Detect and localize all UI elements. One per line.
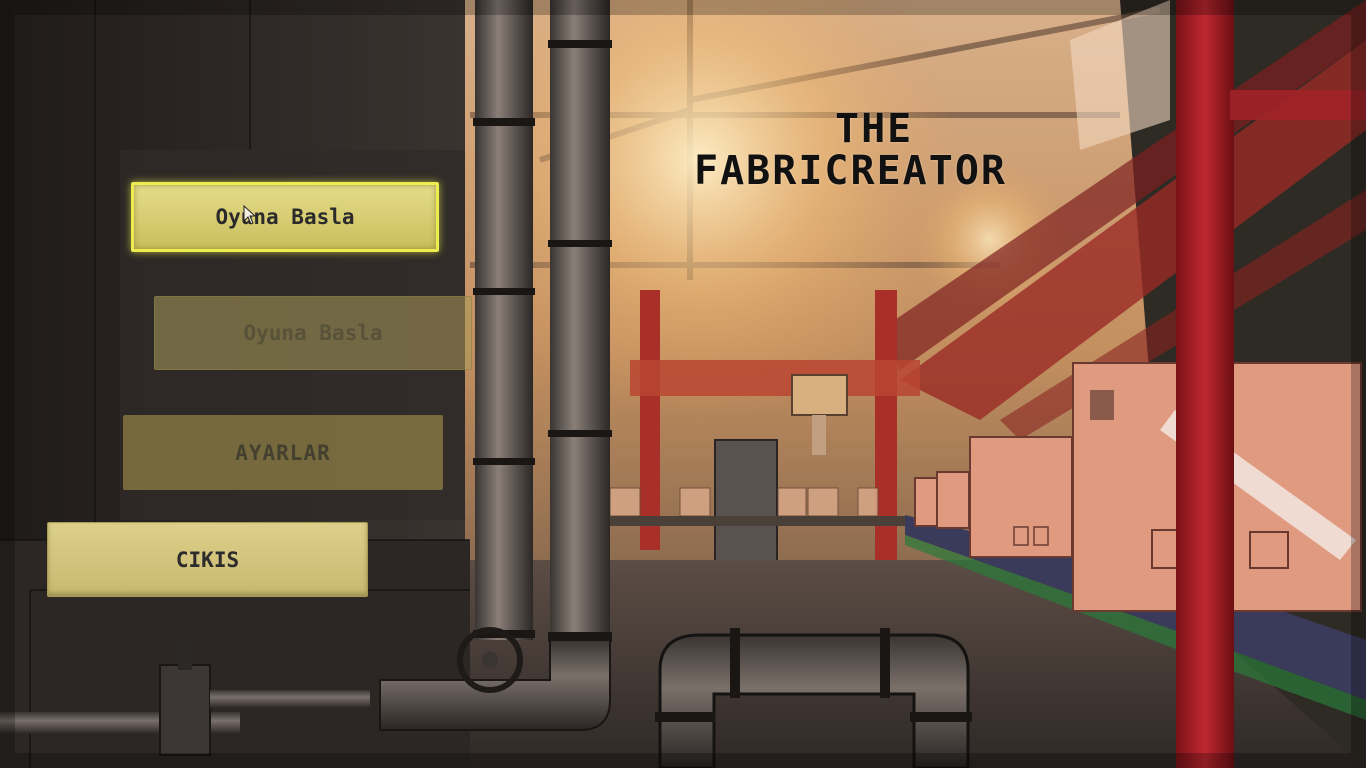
start-game-ghost-label: Oyuna Basla: [243, 321, 383, 345]
settings-button[interactable]: AYARLAR: [123, 415, 443, 490]
exit-button[interactable]: CIKIS: [47, 522, 368, 597]
start-game-ghost-button[interactable]: Oyuna Basla: [154, 296, 472, 370]
factory-background: [0, 0, 1366, 768]
start-game-label: Oyuna Basla: [215, 205, 355, 229]
game-title-line1: THE: [835, 106, 914, 152]
mouse-cursor-icon: [243, 205, 257, 225]
game-main-menu: THE FABRICREATOR Oyuna Basla Oyuna Basla…: [0, 0, 1366, 768]
start-game-button[interactable]: Oyuna Basla: [131, 182, 439, 252]
game-title-line2: FABRICREATOR: [694, 148, 1007, 194]
exit-label: CIKIS: [175, 547, 240, 572]
settings-label: AYARLAR: [235, 440, 331, 465]
